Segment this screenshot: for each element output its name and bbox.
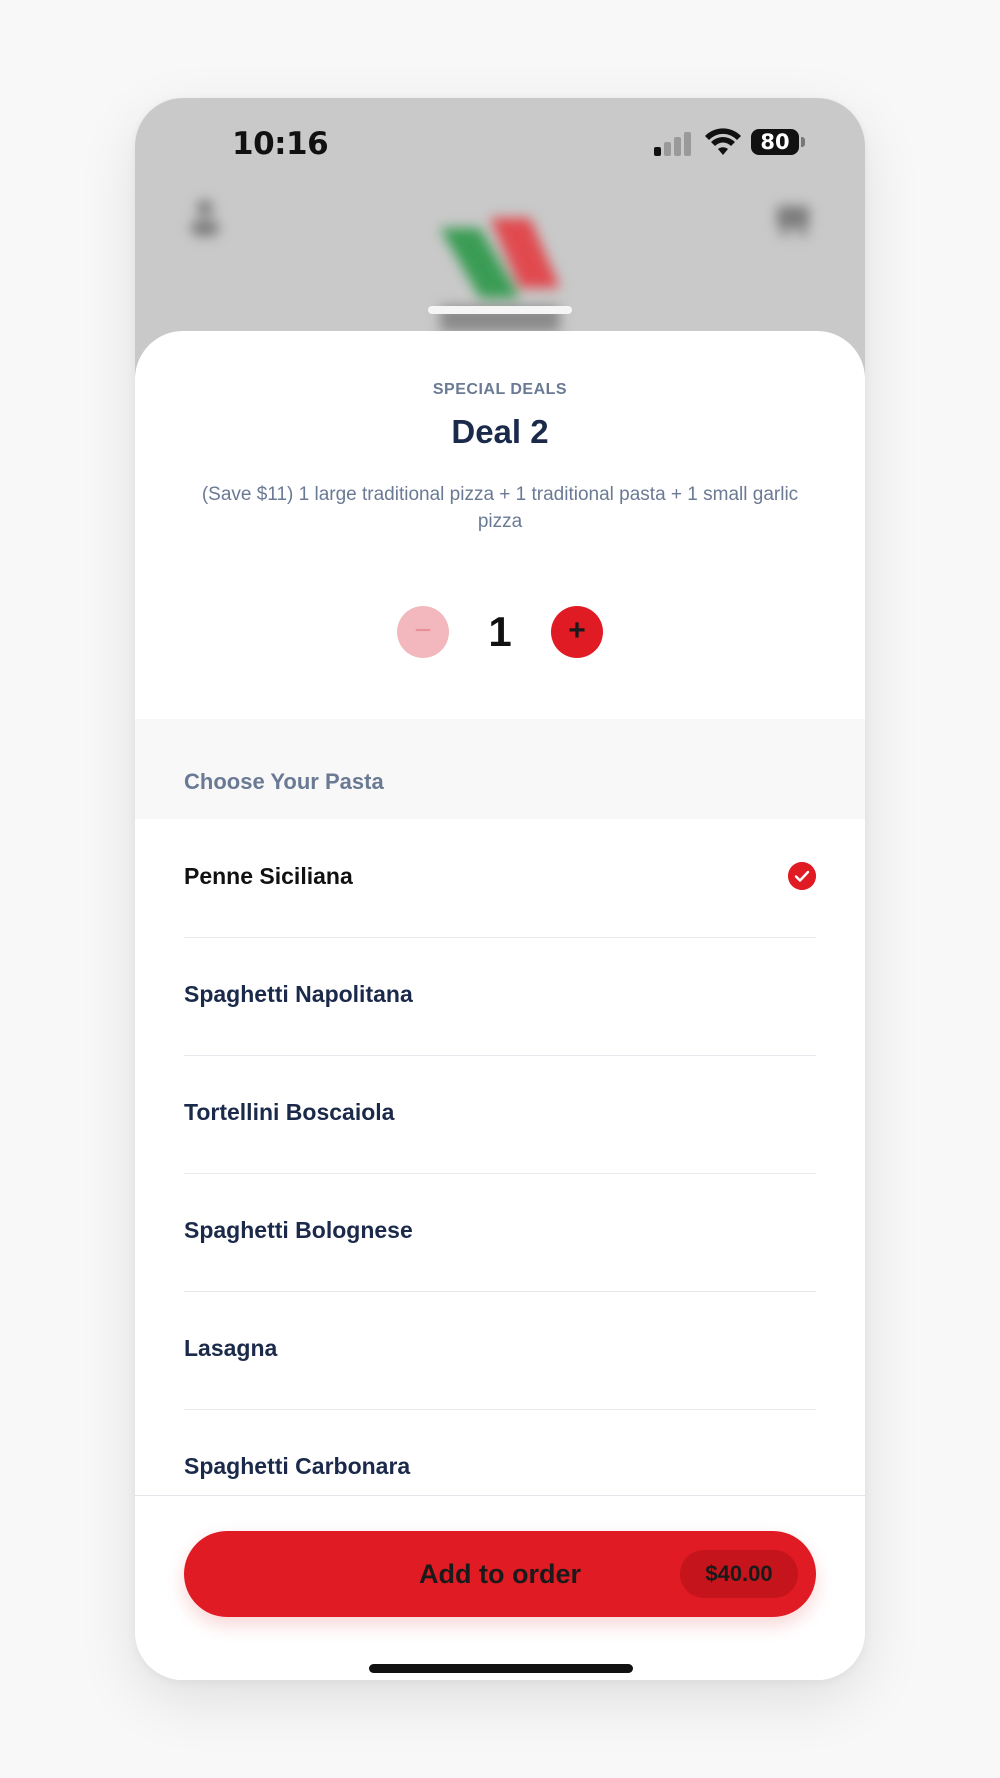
option-lasagna[interactable]: Lasagna [184,1291,816,1410]
status-time: 10:16 [232,126,329,162]
quantity-stepper: − 1 + [135,606,865,658]
battery-tip [801,137,805,147]
option-spaghetti-bolognese[interactable]: Spaghetti Bolognese [184,1173,816,1292]
order-price-badge: $40.00 [680,1550,798,1598]
category-label: SPECIAL DEALS [432,381,568,398]
battery-icon: 80 [751,129,799,155]
status-bar: 10:16 80 [135,98,865,188]
check-circle-icon [788,862,816,890]
footer-bar: Add to order $40.00 [135,1495,865,1680]
option-label: Spaghetti Carbonara [184,1453,411,1479]
signal-icon [654,132,694,156]
wifi-icon [705,128,741,155]
brand-logo [440,218,560,332]
section-title: Choose Your Pasta [184,769,384,794]
sheet-grabber[interactable] [428,306,572,314]
option-tortellini-boscaiola[interactable]: Tortellini Boscaiola [184,1055,816,1174]
home-indicator[interactable] [369,1664,633,1673]
option-label: Spaghetti Napolitana [184,981,413,1007]
option-penne-siciliana[interactable]: Penne Siciliana [184,819,816,938]
quantity-value: 1 [488,608,512,655]
option-label: Tortellini Boscaiola [184,1099,395,1125]
decrease-quantity-button[interactable]: − [397,606,449,658]
cart-icon[interactable] [773,202,813,238]
deal-title: Deal 2 [451,413,549,450]
phone-frame: 10:16 80 SPECIAL DEALS Deal 2 (Save $11)… [135,98,865,1680]
deal-description: (Save $11) 1 large traditional pizza + 1… [201,484,799,532]
option-label: Lasagna [184,1335,278,1361]
add-to-order-button[interactable]: Add to order $40.00 [184,1531,816,1617]
pasta-section-header: Choose Your Pasta [135,719,865,819]
person-icon[interactable] [187,198,223,238]
deal-sheet: SPECIAL DEALS Deal 2 (Save $11) 1 large … [135,331,865,1680]
option-spaghetti-napolitana[interactable]: Spaghetti Napolitana [184,937,816,1056]
increase-quantity-button[interactable]: + [551,606,603,658]
option-label: Spaghetti Bolognese [184,1217,413,1243]
option-label: Penne Siciliana [184,863,353,889]
